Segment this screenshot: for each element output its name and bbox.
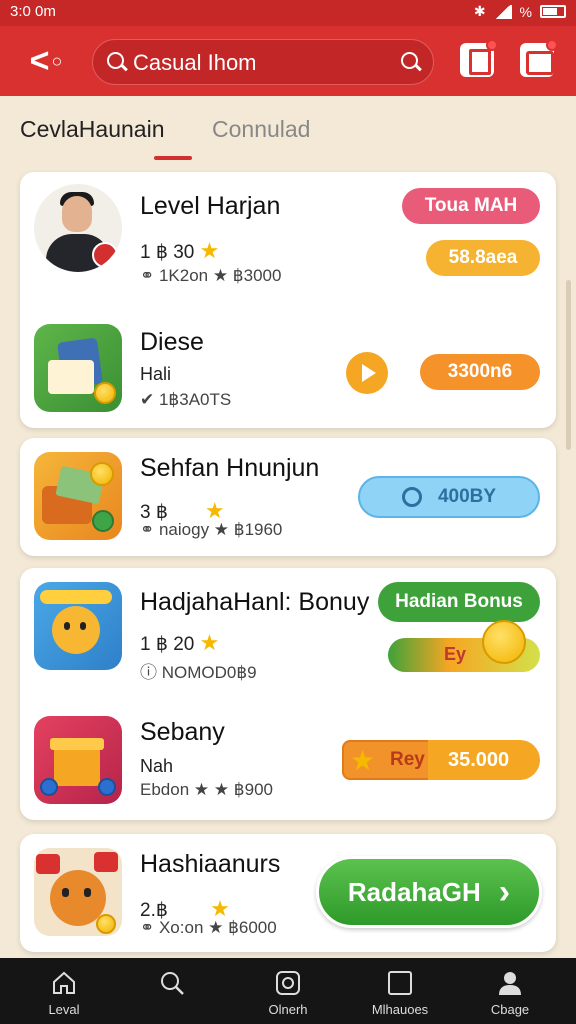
- card-group-4: Hashiaanurs 2.฿ ★ ⚭ Xo:on ★ ฿6000 Radaha…: [20, 834, 556, 952]
- item-meta: ⚭ naiogy ★ ฿1960: [140, 520, 283, 539]
- nav-item-other[interactable]: Olnerh: [238, 958, 338, 1024]
- item-meta: ⚭ 1K2on ★ ฿3000: [140, 266, 282, 285]
- nav-item-level[interactable]: Leval: [14, 958, 114, 1024]
- status-badge: Toua MAH: [402, 188, 540, 224]
- nav-label: Cbage: [490, 1002, 530, 1017]
- nav-item-profile[interactable]: Cbage: [460, 958, 560, 1024]
- item-stat: 1 ฿ 20: [140, 634, 195, 655]
- item-stats: 1 ฿ 30 ★: [140, 238, 219, 264]
- notification-dot: [486, 39, 498, 51]
- battery-icon: [540, 5, 566, 18]
- price-button[interactable]: 58.8aea: [426, 240, 540, 276]
- nav-item-search[interactable]: [122, 958, 222, 1024]
- nav-label: Mlhauoes: [371, 1002, 429, 1017]
- cta-label: RadahaGH: [347, 876, 481, 907]
- app-icon: [276, 971, 300, 995]
- search-bar[interactable]: [92, 39, 434, 85]
- status-bar: 3:0 0m ✱ %: [0, 0, 576, 26]
- coin-icon: [40, 778, 58, 796]
- app-header: < ○: [0, 26, 576, 96]
- game-thumbnail: [34, 452, 122, 540]
- card-group-1: Level Harjan 1 ฿ 30 ★ ⚭ 1K2on ★ ฿3000 To…: [20, 172, 556, 428]
- scrollbar[interactable]: [566, 280, 571, 450]
- list-item[interactable]: Sebany Nah Ebdon ★ ★ ฿900 ★ Rey 35.000: [20, 694, 556, 820]
- item-subtitle: Nah: [140, 756, 174, 776]
- status-time: 3:0 0m: [10, 3, 56, 20]
- tab-primary[interactable]: CevlaHaunain: [20, 116, 164, 143]
- bottom-nav: Leval Olnerh Mlhauoes Cbage: [0, 958, 576, 1024]
- item-stat: 1 ฿ 30: [140, 242, 195, 263]
- avatar: [34, 184, 122, 272]
- chip-label: Rey: [390, 749, 425, 770]
- battery-percent: %: [519, 3, 532, 20]
- nav-item-machines[interactable]: Mlhauoes: [350, 958, 450, 1024]
- coin-icon: [98, 778, 116, 796]
- list-item[interactable]: Level Harjan 1 ฿ 30 ★ ⚭ 1K2on ★ ฿3000 To…: [20, 172, 556, 300]
- square-icon: [388, 971, 412, 995]
- item-stats: 1 ฿ 20 ★: [140, 630, 219, 656]
- calendar-icon[interactable]: [520, 39, 558, 77]
- item-title: Sebany: [140, 718, 225, 746]
- item-meta: Ebdon ★ ★ ฿900: [140, 780, 273, 799]
- star-icon: ★: [350, 745, 376, 776]
- badge-icon: [92, 242, 118, 268]
- list-item[interactable]: HadjahaHanl: Bonuy 1 ฿ 20 ★ ⓘ NOMOD0฿9 H…: [20, 568, 556, 694]
- item-title: Diese: [140, 328, 204, 356]
- item-title: Level Harjan: [140, 192, 281, 220]
- chevron-right-icon: ›: [498, 872, 511, 911]
- signal-icon: [493, 4, 512, 19]
- game-thumbnail: [34, 324, 122, 412]
- item-title: HadjahaHanl: Bonuy: [140, 588, 370, 616]
- list-item[interactable]: Hashiaanurs 2.฿ ★ ⚭ Xo:on ★ ฿6000 Radaha…: [20, 834, 556, 952]
- play-icon[interactable]: [346, 352, 388, 394]
- lock-icon: [401, 487, 422, 507]
- game-thumbnail: [34, 848, 122, 936]
- price-button[interactable]: ★ Rey 35.000: [342, 740, 540, 780]
- search-input[interactable]: [133, 48, 383, 78]
- price-button[interactable]: 400BY: [358, 476, 540, 518]
- coin-icon: [92, 510, 114, 532]
- progress-label: Ey: [444, 644, 467, 664]
- list-item[interactable]: Sehfan Hnunjun 3 ฿ ★ ⚭ naiogy ★ ฿1960 40…: [20, 438, 556, 556]
- back-logo-icon[interactable]: < ○: [18, 40, 74, 82]
- tab-bar: CevlaHaunain Connulad: [0, 96, 576, 166]
- price-button[interactable]: 3300n6: [420, 354, 540, 390]
- coin-icon: [482, 620, 526, 664]
- item-title: Sehfan Hnunjun: [140, 454, 320, 482]
- coin-icon: [90, 462, 114, 486]
- home-icon: [53, 971, 75, 994]
- nav-label: Olnerh: [268, 1002, 308, 1017]
- star-icon: ★: [199, 238, 220, 263]
- item-meta: ⚭ Xo:on ★ ฿6000: [140, 918, 277, 937]
- cta-button[interactable]: RadahaGH ›: [316, 856, 542, 928]
- card-group-3: HadjahaHanl: Bonuy 1 ฿ 20 ★ ⓘ NOMOD0฿9 H…: [20, 568, 556, 820]
- game-thumbnail: [34, 582, 122, 670]
- search-icon: [107, 52, 129, 74]
- list-item[interactable]: Diese Hali ✔ 1฿3A0TS 3300n6: [20, 300, 556, 428]
- nav-label: Leval: [48, 1002, 80, 1017]
- item-meta: ✔ 1฿3A0TS: [140, 390, 232, 409]
- item-title: Hashiaanurs: [140, 850, 281, 878]
- search-submit-icon[interactable]: [401, 52, 423, 74]
- document-icon[interactable]: [460, 39, 498, 77]
- item-meta: ⓘ NOMOD0฿9: [140, 663, 257, 682]
- bonus-badge[interactable]: Hadian Bonus: [378, 582, 540, 622]
- active-tab-indicator: [154, 156, 192, 160]
- item-subtitle: Hali: [140, 364, 172, 384]
- tab-secondary[interactable]: Connulad: [212, 116, 310, 143]
- coin-icon: [96, 914, 116, 934]
- star-icon: ★: [199, 630, 220, 655]
- coin-icon: [94, 382, 116, 404]
- card-group-2: Sehfan Hnunjun 3 ฿ ★ ⚭ naiogy ★ ฿1960 40…: [20, 438, 556, 556]
- profile-icon: [499, 972, 521, 995]
- notification-dot: [546, 39, 558, 51]
- game-thumbnail: [34, 716, 122, 804]
- search-icon: [161, 972, 184, 995]
- price-label: 35.000: [448, 749, 510, 771]
- bluetooth-icon: ✱: [473, 3, 486, 19]
- price-label: 400BY: [437, 486, 497, 507]
